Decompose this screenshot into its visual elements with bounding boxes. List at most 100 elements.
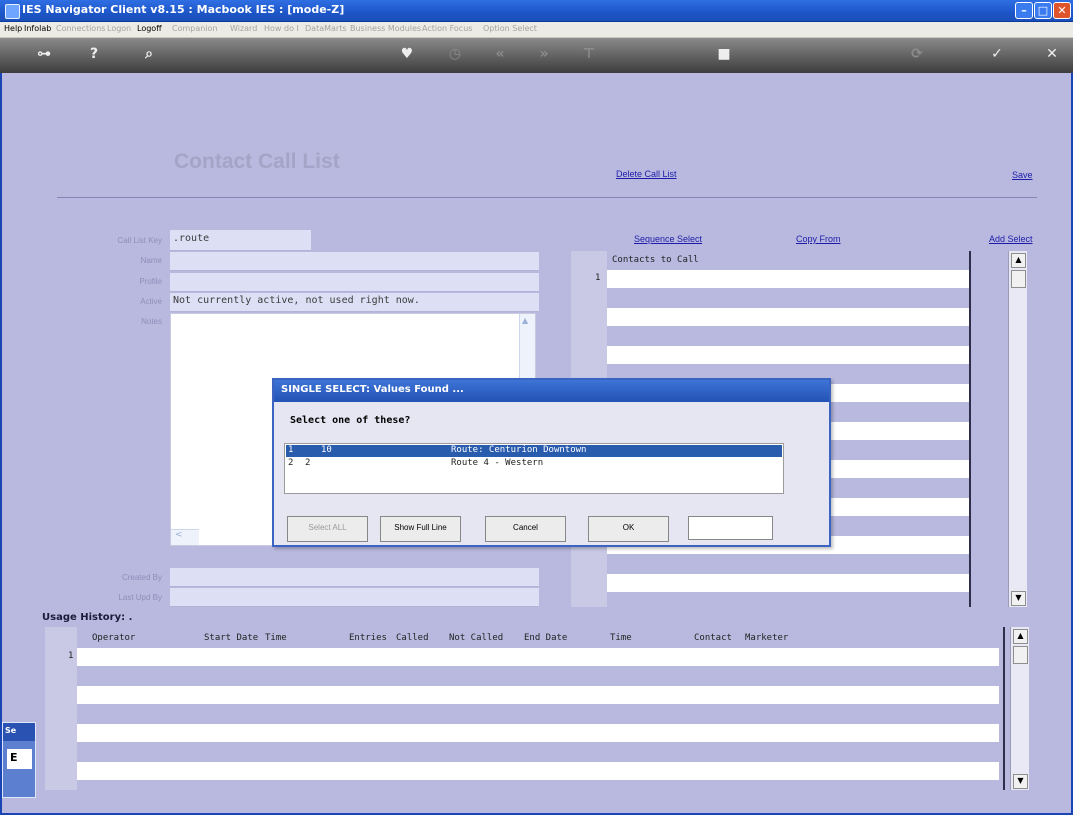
grid-divider (969, 251, 971, 607)
single-select-dialog: SINGLE SELECT: Values Found ... Select o… (272, 378, 831, 547)
copy-from-link[interactable]: Copy From (796, 234, 841, 244)
list-row-code: 10 (321, 445, 332, 455)
contacts-row[interactable] (607, 346, 969, 364)
clock-icon[interactable]: ◷ (443, 46, 467, 62)
maximize-button[interactable]: □ (1034, 2, 1052, 19)
menu-wizard[interactable]: Wizard (230, 24, 257, 33)
scroll-thumb[interactable] (1011, 270, 1026, 288)
menu-datamarts[interactable]: DataMarts (305, 24, 347, 33)
col-operator: Operator (92, 633, 136, 643)
created-by-field (170, 568, 539, 587)
last-upd-field (170, 588, 539, 607)
save-link[interactable]: Save (1012, 170, 1033, 180)
menu-bar: Help Infolab Connections Logon Logoff Co… (0, 22, 1073, 38)
contacts-row-number: 1 (595, 273, 601, 283)
stop-icon[interactable]: ■ (712, 46, 736, 62)
delete-call-list-link[interactable]: Delete Call List (616, 169, 677, 179)
menu-option-select[interactable]: Option Select (483, 24, 537, 33)
menu-business-modules[interactable]: Business Modules (350, 24, 421, 33)
page-title: Contact Call List (174, 150, 340, 173)
scroll-down-icon[interactable]: ▼ (1011, 591, 1026, 606)
window-title: IES Navigator Client v8.15 : Macbook IES… (22, 3, 345, 16)
dialog-prompt: Select one of these? (290, 415, 411, 426)
col-contact: Contact (694, 633, 732, 643)
name-label: Name (140, 256, 162, 265)
search-icon[interactable]: ⌕ (137, 46, 161, 62)
values-list[interactable]: 1 10 Route: Centurion Downtown 2 2 Route… (284, 443, 784, 494)
menu-logon[interactable]: Logon (107, 24, 131, 33)
sequence-select-link[interactable]: Sequence Select (634, 234, 702, 244)
scroll-thumb[interactable] (1013, 646, 1028, 664)
contacts-row[interactable] (607, 308, 969, 326)
contacts-header: Contacts to Call (612, 255, 699, 265)
menu-help[interactable]: Help (4, 24, 22, 33)
menu-connections[interactable]: Connections (56, 24, 105, 33)
check-icon[interactable]: ✓ (985, 46, 1009, 62)
dialog-title: SINGLE SELECT: Values Found ... (274, 380, 829, 402)
last-upd-label: Last Upd By (118, 593, 162, 602)
usage-row[interactable] (77, 762, 999, 780)
scroll-up-icon[interactable]: ▲ (1011, 253, 1026, 268)
help-icon[interactable]: ? (82, 46, 106, 62)
active-label: Active (140, 297, 162, 306)
close-window-button[interactable]: ✕ (1053, 2, 1071, 19)
scroll-up-icon[interactable]: ▲ (1013, 629, 1028, 644)
rewind-icon[interactable]: « (488, 46, 512, 62)
side-tab-label: Se (3, 723, 35, 741)
scroll-up-icon[interactable]: ▲ (522, 316, 528, 325)
select-all-button[interactable]: Select ALL (287, 516, 368, 542)
profile-field[interactable] (170, 273, 539, 292)
usage-row-number: 1 (68, 651, 74, 661)
add-select-link[interactable]: Add Select (989, 234, 1033, 244)
contacts-row[interactable] (607, 574, 969, 592)
list-row-num: 2 (288, 458, 294, 468)
list-row[interactable]: 2 2 Route 4 - Western (286, 458, 782, 470)
app-icon (5, 4, 20, 19)
active-field[interactable]: Not currently active, not used right now… (170, 293, 539, 312)
refresh-icon[interactable]: ⟳ (905, 46, 929, 62)
forward-icon[interactable]: » (532, 46, 556, 62)
menu-infolab[interactable]: Infolab (24, 24, 51, 33)
minimize-button[interactable]: – (1015, 2, 1033, 19)
profile-label: Profile (139, 277, 162, 286)
call-list-key-label: Call List Key (117, 236, 162, 245)
menu-companion[interactable]: Companion (172, 24, 218, 33)
name-field[interactable] (170, 252, 539, 271)
usage-history-title: Usage History: . (42, 612, 133, 623)
usage-row[interactable] (77, 686, 999, 704)
call-list-key-field[interactable]: .route (170, 230, 311, 251)
usage-scrollbar[interactable]: ▲ ▼ (1010, 627, 1029, 790)
usage-grid: Operator Start Date Time Entries Called … (45, 627, 1029, 790)
heart-icon[interactable]: ♥ (395, 46, 419, 62)
divider (57, 197, 1037, 198)
list-row-num: 1 (288, 445, 294, 455)
contacts-row[interactable] (607, 270, 969, 288)
contacts-scrollbar[interactable]: ▲ ▼ (1008, 251, 1027, 607)
list-row-desc: Route 4 - Western (451, 458, 544, 468)
menu-action-focus[interactable]: Action Focus (422, 24, 472, 33)
show-full-line-button[interactable]: Show Full Line (380, 516, 461, 542)
ok-button[interactable]: OK (588, 516, 669, 542)
col-start-date: Start Date (204, 633, 259, 643)
tree-icon[interactable]: ⊤ (577, 46, 601, 62)
menu-how-do-i[interactable]: How do I (264, 24, 299, 33)
dialog-input[interactable] (688, 516, 773, 540)
scroll-down-icon[interactable]: ▼ (1013, 774, 1028, 789)
scroll-left-icon[interactable]: < (171, 529, 199, 545)
key-icon[interactable]: ⊶ (32, 46, 56, 62)
menu-logoff[interactable]: Logoff (137, 24, 162, 33)
grid-divider (1003, 627, 1005, 790)
list-row-selected[interactable]: 1 10 Route: Centurion Downtown (286, 445, 782, 457)
toolbar: ⊶ ? ⌕ ♥ ◷ « » ⊤ ■ ⟳ ✓ ✕ (0, 38, 1073, 73)
usage-row[interactable] (77, 648, 999, 666)
notes-label: Notes (141, 317, 162, 326)
created-by-label: Created By (121, 573, 162, 582)
side-tab[interactable]: Se E (2, 722, 36, 798)
usage-row[interactable] (77, 724, 999, 742)
col-called: Called (396, 633, 429, 643)
close-icon[interactable]: ✕ (1040, 46, 1064, 62)
list-row-desc: Route: Centurion Downtown (451, 445, 587, 455)
col-time-2: Time (610, 633, 632, 643)
cancel-button[interactable]: Cancel (485, 516, 566, 542)
col-marketer: Marketer (745, 633, 789, 643)
